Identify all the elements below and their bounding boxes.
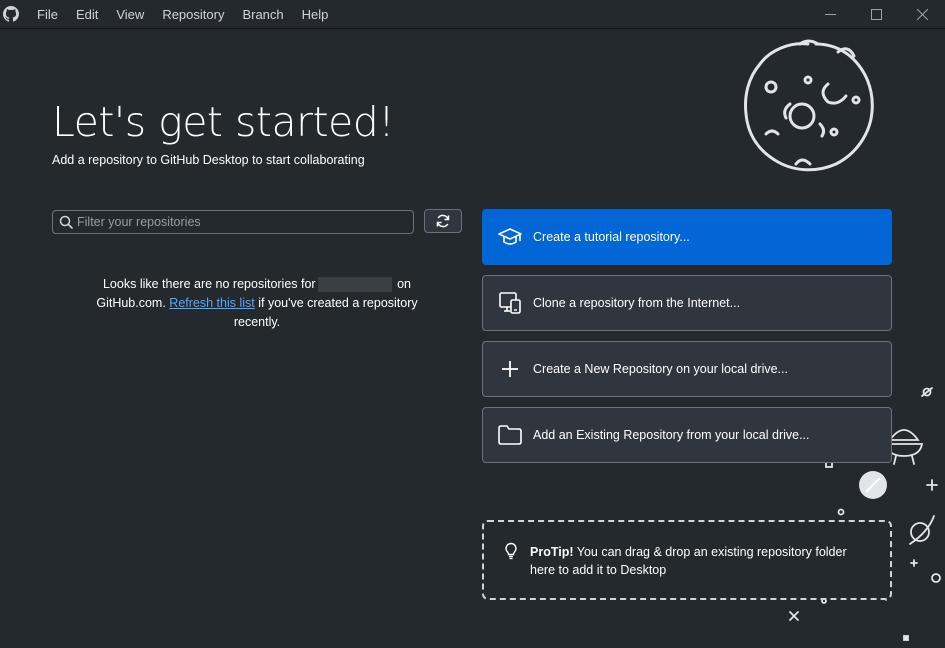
- maximize-button[interactable]: [853, 0, 899, 29]
- redacted-username: [317, 277, 392, 293]
- folder-icon: [497, 422, 523, 448]
- sync-icon: [435, 213, 451, 229]
- no-repositories-message: Looks like there are no repositories for…: [96, 275, 418, 332]
- action-label: Clone a repository from the Internet...: [533, 296, 741, 310]
- no-repos-after: if you've created a repository recently.: [233, 296, 418, 329]
- create-new-repository-button[interactable]: Create a New Repository on your local dr…: [482, 341, 892, 397]
- github-logo-icon: [2, 5, 20, 23]
- clone-repository-button[interactable]: Clone a repository from the Internet...: [482, 275, 892, 331]
- no-repos-host: GitHub.com.: [96, 296, 166, 310]
- add-existing-repository-button[interactable]: Add an Existing Repository from your loc…: [482, 407, 892, 463]
- page-subtitle: Add a repository to GitHub Desktop to st…: [52, 153, 365, 167]
- light-bulb-icon: [504, 542, 518, 565]
- menu-view[interactable]: View: [107, 0, 153, 29]
- menu-branch[interactable]: Branch: [233, 0, 292, 29]
- protip-message: You can drag & drop an existing reposito…: [530, 545, 847, 577]
- refresh-list-link[interactable]: Refresh this list: [169, 296, 254, 310]
- protip-text: ProTip! You can drag & drop an existing …: [530, 543, 870, 579]
- action-label: Create a tutorial repository...: [533, 230, 690, 244]
- filter-repositories-input[interactable]: [73, 215, 413, 229]
- protip-label: ProTip!: [530, 545, 574, 559]
- no-repos-text: Looks like there are no repositories for: [102, 277, 316, 291]
- menu-repository[interactable]: Repository: [153, 0, 233, 29]
- protip-dropzone[interactable]: ProTip! You can drag & drop an existing …: [482, 520, 892, 600]
- action-label: Create a New Repository on your local dr…: [533, 362, 788, 376]
- filter-repositories-field[interactable]: [52, 210, 414, 234]
- menu-file[interactable]: File: [28, 0, 67, 29]
- no-repos-on: on: [397, 277, 411, 291]
- device-desktop-icon: [497, 290, 523, 316]
- title-bar: File Edit View Repository Branch Help: [0, 0, 945, 29]
- mortarboard-icon: [497, 224, 523, 250]
- action-label: Add an Existing Repository from your loc…: [533, 428, 810, 442]
- search-icon: [59, 215, 73, 229]
- menu-help[interactable]: Help: [293, 0, 338, 29]
- close-button[interactable]: [899, 0, 945, 29]
- minimize-button[interactable]: [807, 0, 853, 29]
- page-title: Let's get started!: [52, 98, 395, 146]
- plus-icon: [497, 356, 523, 382]
- refresh-button[interactable]: [424, 209, 462, 233]
- create-tutorial-repository-button[interactable]: Create a tutorial repository...: [482, 209, 892, 265]
- menu-edit[interactable]: Edit: [67, 0, 107, 29]
